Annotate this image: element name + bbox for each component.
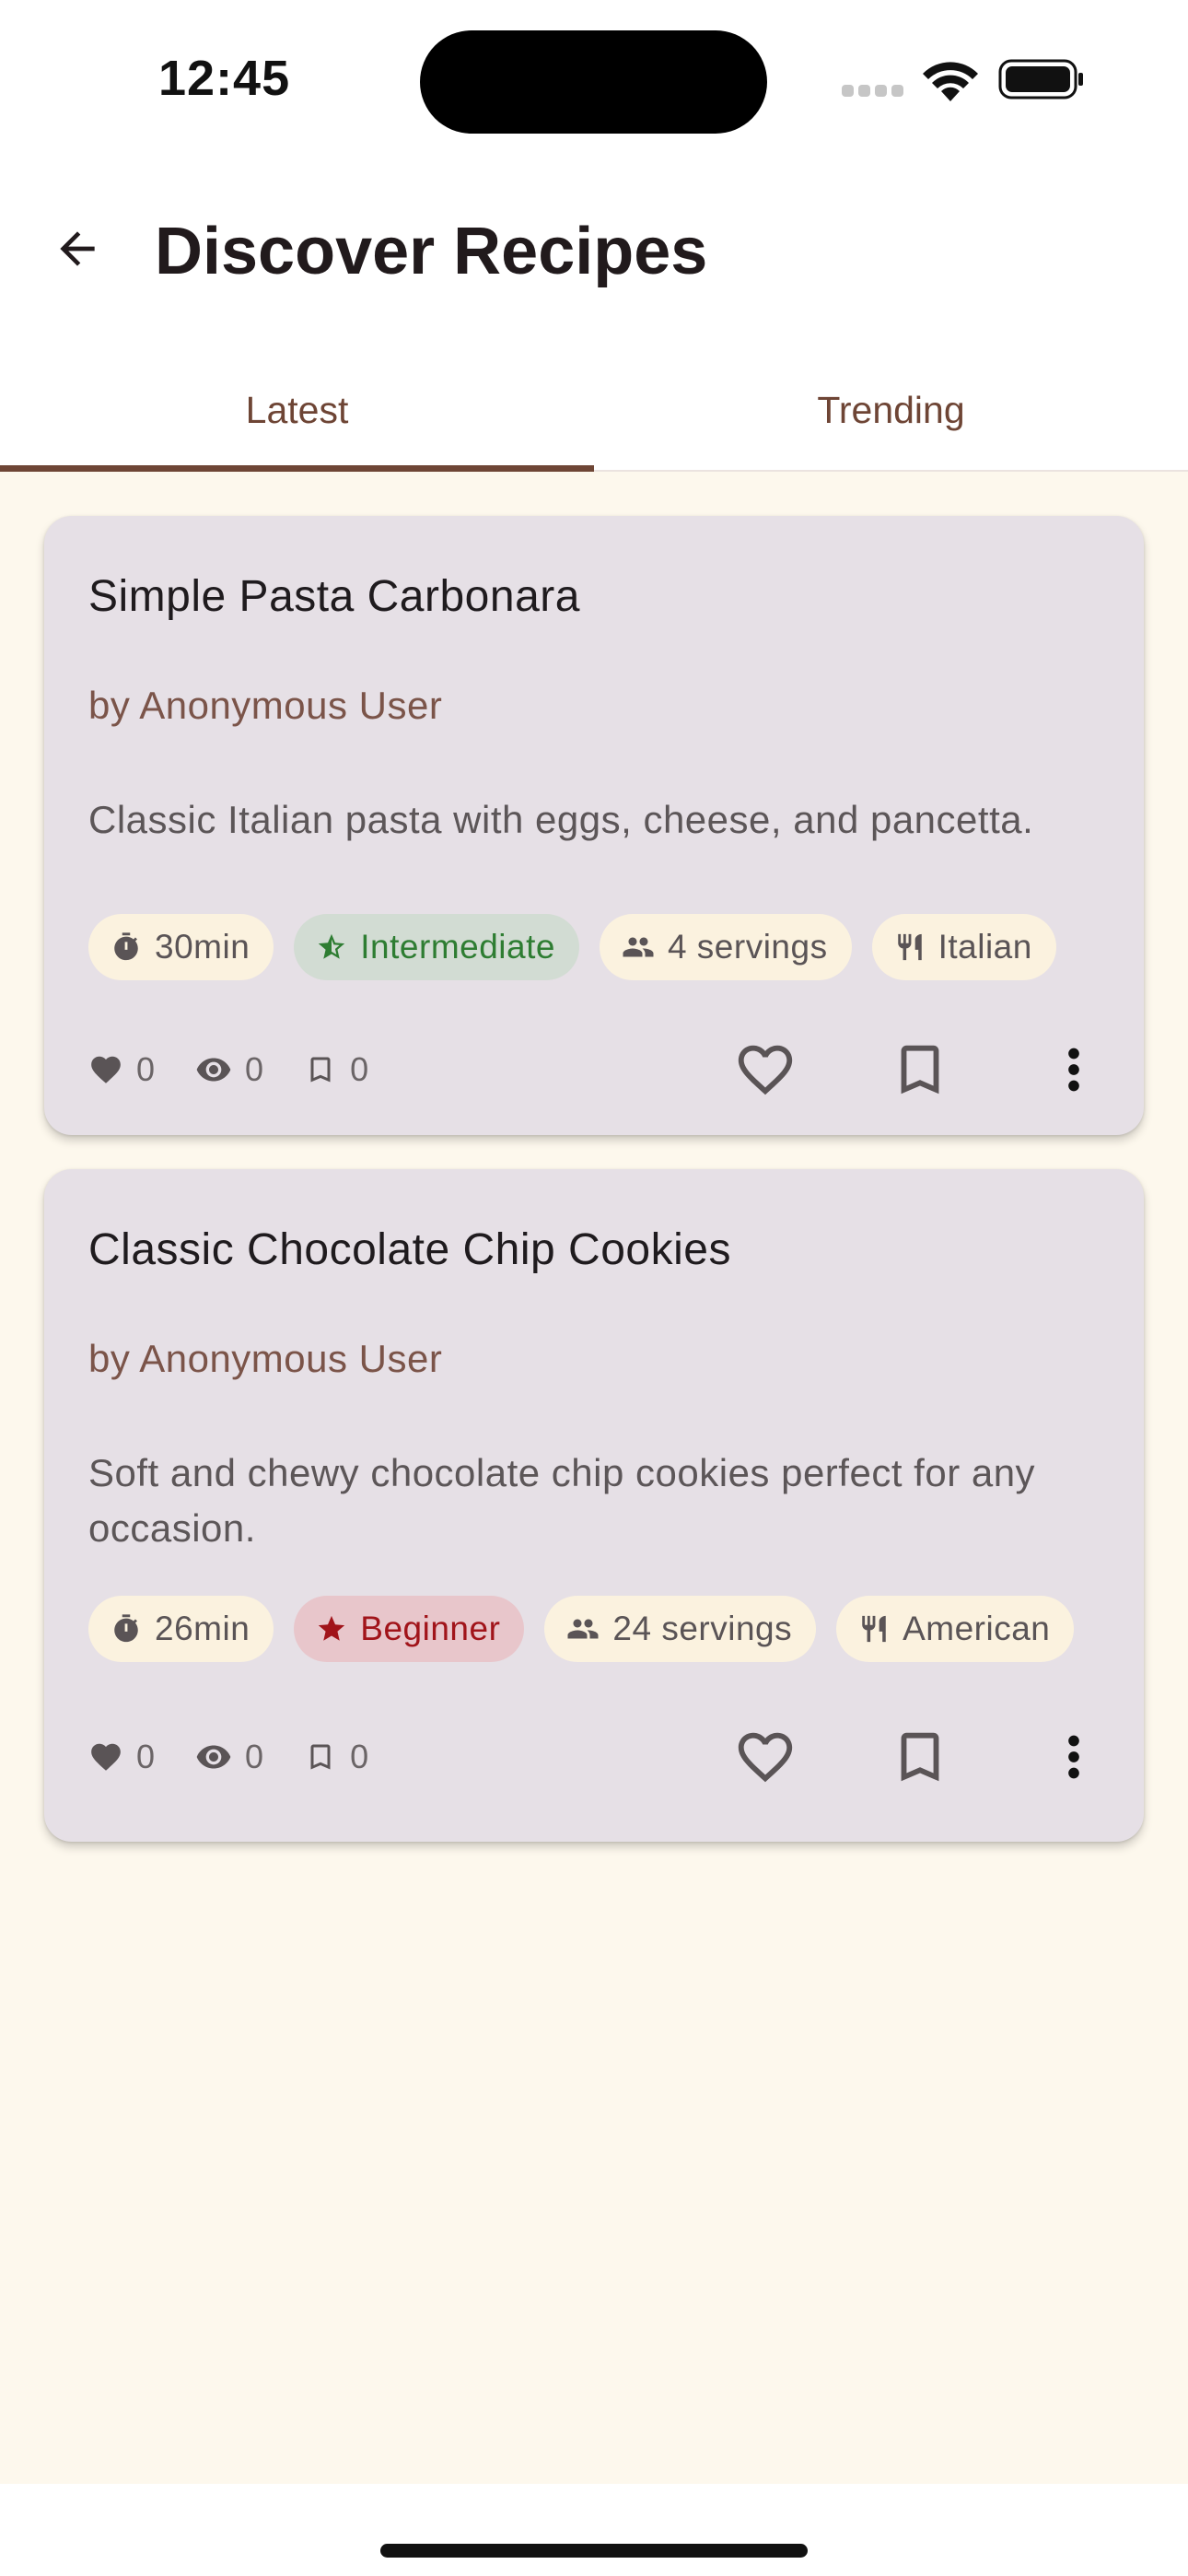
time-chip: 26min (88, 1596, 274, 1662)
heart-outline-icon (738, 1045, 793, 1095)
bookmarks-stat: 0 (304, 1738, 368, 1776)
tab-latest[interactable]: Latest (0, 350, 594, 472)
recipe-author[interactable]: by Anonymous User (88, 684, 442, 728)
time-label: 30min (155, 928, 250, 966)
card-actions (680, 1706, 1122, 1808)
time-chip: 30min (88, 914, 274, 980)
views-count: 0 (245, 1738, 264, 1775)
likes-count: 0 (136, 1738, 156, 1775)
more-vert-icon (1068, 1048, 1079, 1092)
timer-icon (114, 932, 138, 961)
recipe-title: Classic Chocolate Chip Cookies (88, 1225, 731, 1274)
difficulty-chip: Beginner (294, 1596, 525, 1662)
bookmarks-count: 0 (350, 1050, 369, 1088)
star-icon (319, 1615, 345, 1641)
recipe-description: Classic Italian pasta with eggs, cheese,… (88, 798, 1034, 841)
star-half-icon (319, 933, 345, 959)
heart-icon (91, 1056, 121, 1083)
servings-chip: 4 servings (599, 914, 852, 980)
servings-chip: 24 servings (544, 1596, 817, 1662)
people-icon (623, 937, 654, 957)
restaurant-icon (897, 933, 922, 961)
recipe-description: Soft and chewy chocolate chip cookies pe… (88, 1451, 1036, 1550)
eye-icon (196, 1745, 231, 1769)
heart-icon (91, 1743, 121, 1771)
likes-stat: 0 (88, 1738, 155, 1776)
views-stat: 0 (195, 1738, 263, 1776)
more-options-button[interactable] (1023, 1706, 1124, 1808)
heart-outline-icon (738, 1732, 793, 1783)
battery-icon (998, 59, 1083, 100)
status-time: 12:45 (158, 51, 291, 106)
restaurant-icon (862, 1615, 886, 1643)
recipe-author[interactable]: by Anonymous User (88, 1337, 442, 1381)
bookmark-outline-icon (901, 1045, 939, 1095)
recipe-card[interactable]: Classic Chocolate Chip Cookies by Anonym… (44, 1169, 1144, 1842)
cuisine-chip: Italian (871, 914, 1056, 980)
recipe-list: Simple Pasta Carbonara by Anonymous User… (0, 472, 1188, 2484)
servings-label: 24 servings (612, 1610, 793, 1647)
dynamic-island (420, 30, 767, 134)
servings-label: 4 servings (667, 928, 828, 966)
card-actions (680, 1019, 1122, 1120)
cuisine-label: Italian (938, 928, 1032, 966)
tab-trending[interactable]: Trending (594, 350, 1188, 470)
difficulty-label: Intermediate (360, 928, 555, 966)
bookmark-button[interactable] (869, 1706, 971, 1808)
recipe-title: Simple Pasta Carbonara (88, 572, 580, 621)
bookmark-outline-icon (901, 1732, 939, 1782)
screen: 12:45 Discover Recipes Latest Trending S… (0, 0, 1188, 2576)
more-vert-icon (1068, 1735, 1079, 1779)
views-stat: 0 (195, 1050, 263, 1089)
tab-label: Trending (817, 388, 965, 431)
tab-bar: Latest Trending (0, 350, 1188, 472)
recipe-stats: 0 0 0 (88, 1044, 409, 1095)
like-button[interactable] (715, 1019, 816, 1120)
likes-count: 0 (136, 1050, 156, 1088)
gesture-area (0, 2484, 1188, 2576)
back-button[interactable] (41, 212, 114, 286)
recipe-chips: 30min Intermediate 4 servings Italian (88, 914, 1100, 980)
like-button[interactable] (715, 1706, 816, 1808)
cuisine-label: American (903, 1610, 1051, 1647)
page-title: Discover Recipes (155, 215, 708, 288)
wifi-icon (923, 62, 978, 101)
time-label: 26min (155, 1610, 250, 1647)
people-icon (567, 1619, 599, 1639)
tab-indicator (0, 465, 594, 472)
bookmark-button[interactable] (869, 1019, 971, 1120)
recipe-card[interactable]: Simple Pasta Carbonara by Anonymous User… (44, 516, 1144, 1135)
more-options-button[interactable] (1023, 1019, 1124, 1120)
bookmarks-count: 0 (350, 1738, 369, 1775)
arrow-back-icon (60, 231, 95, 266)
timer-icon (114, 1614, 138, 1643)
status-bar: 12:45 (0, 0, 1188, 157)
bookmark-outline-icon (310, 1057, 331, 1083)
difficulty-label: Beginner (360, 1610, 501, 1647)
likes-stat: 0 (88, 1050, 155, 1089)
bookmark-outline-icon (310, 1744, 331, 1770)
recipe-stats: 0 0 0 (88, 1731, 409, 1783)
tab-label: Latest (245, 388, 349, 431)
difficulty-chip: Intermediate (294, 914, 579, 980)
views-count: 0 (245, 1050, 264, 1088)
cuisine-chip: American (836, 1596, 1075, 1662)
home-indicator[interactable] (380, 2544, 808, 2558)
eye-icon (196, 1058, 231, 1082)
bookmarks-stat: 0 (304, 1050, 368, 1089)
recipe-chips: 26min Beginner 24 servings American (88, 1596, 1100, 1662)
signal-icon (842, 85, 904, 98)
app-bar: Discover Recipes (0, 157, 1188, 350)
